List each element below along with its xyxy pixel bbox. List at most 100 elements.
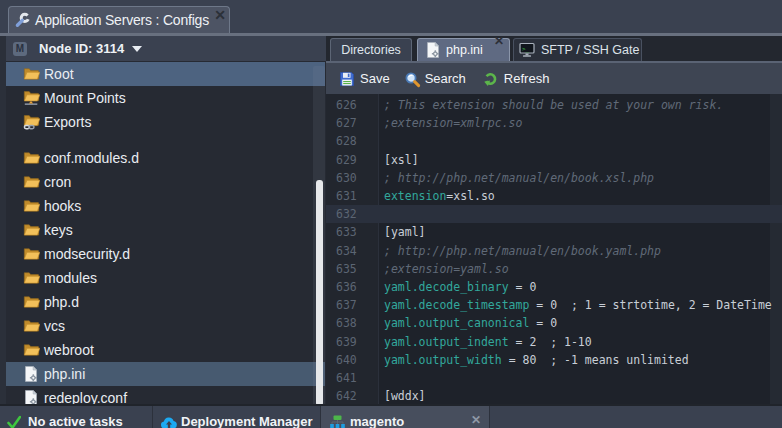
- toolbar-button-label: Search: [425, 71, 466, 86]
- close-icon[interactable]: ✕: [494, 35, 504, 47]
- editor-tab-label: php.ini: [446, 43, 483, 57]
- sidebar: M Node ID: 3114 Root Mount Points Exports c…: [6, 36, 326, 428]
- close-icon[interactable]: ✕: [471, 413, 481, 427]
- file-config-icon: [23, 366, 39, 382]
- line-content: extension=xsl.so: [378, 189, 782, 203]
- editor-toolbar: Save Search Refresh: [326, 63, 782, 94]
- tree-item-label: hooks: [44, 198, 81, 214]
- tree-item-cron[interactable]: cron: [6, 170, 325, 194]
- chevron-down-icon: [132, 46, 142, 52]
- line-content: ; This extension should be used at your …: [378, 98, 782, 112]
- tree-scrollbar-track[interactable]: [313, 66, 325, 428]
- tree-item-php-ini[interactable]: php.ini: [6, 362, 325, 386]
- tree-item-label: modsecurity.d: [44, 246, 130, 262]
- terminal-icon: >_: [519, 42, 535, 58]
- line-content: yaml.output_indent = 2 ; 1-10: [378, 335, 782, 349]
- tree-item-exports[interactable]: Exports: [6, 110, 325, 134]
- code-line-627[interactable]: 627;extension=xmlrpc.so: [326, 114, 782, 132]
- window-tab-app-servers-configs[interactable]: Application Servers : Configs ✕: [8, 6, 230, 33]
- editor-tabbar: Directories php.ini ✕ >_SFTP / SSH Gate: [326, 36, 782, 61]
- line-number: 632: [326, 207, 378, 221]
- code-line-626[interactable]: 626; This extension should be used at yo…: [326, 96, 782, 114]
- line-number: 640: [326, 353, 378, 367]
- editor-tab-sftp[interactable]: >_SFTP / SSH Gate: [513, 38, 642, 61]
- editor-tab-phpini[interactable]: php.ini ✕: [417, 38, 510, 61]
- editor-tab-label: Directories: [341, 43, 401, 57]
- folder-open-icon: [23, 150, 39, 166]
- tree-item-label: conf.modules.d: [44, 150, 139, 166]
- check-icon: [7, 414, 24, 428]
- line-content: ;extension=xmlrpc.so: [378, 116, 782, 130]
- folder-open-icon: [23, 318, 39, 334]
- tree-item-webroot[interactable]: webroot: [6, 338, 325, 362]
- code-line-641[interactable]: 641: [326, 369, 782, 387]
- save-button[interactable]: Save: [339, 71, 390, 87]
- code-line-632[interactable]: 632: [326, 205, 782, 223]
- status-label: No active tasks: [28, 414, 123, 428]
- folder-open-icon: [23, 198, 39, 214]
- environment-icon: [329, 414, 346, 428]
- code-editor[interactable]: 626; This extension should be used at yo…: [326, 94, 782, 428]
- tree-item-label: vcs: [44, 318, 65, 334]
- tree-item-php-d[interactable]: php.d: [6, 290, 325, 314]
- tree-group-gap: [6, 134, 326, 146]
- tree-item-label: Mount Points: [44, 90, 126, 106]
- code-line-630[interactable]: 630; http://php.net/manual/en/book.xsl.p…: [326, 169, 782, 187]
- line-number: 639: [326, 335, 378, 349]
- search-button[interactable]: Search: [404, 71, 466, 87]
- line-number: 626: [326, 98, 378, 112]
- code-line-636[interactable]: 636yaml.decode_binary = 0: [326, 278, 782, 296]
- titlebar: Application Servers : Configs ✕: [0, 0, 782, 36]
- taskbar-item-deployment-manager[interactable]: Deployment Manager: [153, 406, 320, 428]
- tree-scrollbar-thumb[interactable]: [316, 180, 323, 406]
- code-line-642[interactable]: 642[wddx]: [326, 387, 782, 405]
- folder-open-icon: [23, 174, 39, 190]
- line-number: 627: [326, 116, 378, 130]
- node-selector[interactable]: M Node ID: 3114: [6, 36, 326, 61]
- tree-item-label: Root: [44, 66, 74, 82]
- folder-open-icon: [23, 222, 39, 238]
- tree-item-vcs[interactable]: vcs: [6, 314, 325, 338]
- code-line-634[interactable]: 634; http://php.net/manual/en/book.yaml.…: [326, 242, 782, 260]
- editor-tab-directories[interactable]: Directories: [330, 38, 412, 61]
- taskbar-item-label: magento: [350, 414, 404, 428]
- tree-item-label: php.d: [44, 294, 79, 310]
- code-line-633[interactable]: 633[yaml]: [326, 223, 782, 241]
- line-number: 631: [326, 189, 378, 203]
- code-line-637[interactable]: 637yaml.decode_timestamp = 0 ; 1 = strto…: [326, 296, 782, 314]
- code-line-640[interactable]: 640yaml.output_width = 80 ; -1 means unl…: [326, 351, 782, 369]
- line-content: yaml.decode_binary = 0: [378, 280, 782, 294]
- code-line-629[interactable]: 629[xsl]: [326, 151, 782, 169]
- line-number: 635: [326, 262, 378, 276]
- tree-item-modules[interactable]: modules: [6, 266, 325, 290]
- code-line-628[interactable]: 628: [326, 132, 782, 150]
- folder-mount-icon: [23, 90, 39, 106]
- code-line-631[interactable]: 631extension=xsl.so: [326, 187, 782, 205]
- line-content: [xsl]: [378, 153, 782, 167]
- taskbar-item-magento[interactable]: magento ✕: [320, 406, 490, 428]
- line-content: [wddx]: [378, 389, 782, 403]
- file-tree: Root Mount Points Exports conf.modules.d cro…: [6, 62, 326, 428]
- refresh-button[interactable]: Refresh: [483, 71, 550, 87]
- tree-item-root[interactable]: Root: [6, 62, 325, 86]
- folder-exports-icon: [23, 114, 39, 130]
- folder-open-icon: [23, 342, 39, 358]
- line-number: 634: [326, 244, 378, 258]
- toolbar-button-label: Save: [360, 71, 390, 86]
- save-icon: [339, 71, 355, 87]
- code-line-638[interactable]: 638yaml.output_canonical = 0: [326, 314, 782, 332]
- node-type-badge: M: [13, 42, 27, 56]
- tree-item-hooks[interactable]: hooks: [6, 194, 325, 218]
- tree-item-mount-points[interactable]: Mount Points: [6, 86, 325, 110]
- close-icon[interactable]: ✕: [214, 8, 226, 22]
- code-line-635[interactable]: 635;extension=yaml.so: [326, 260, 782, 278]
- folder-open-icon: [23, 270, 39, 286]
- tree-item-conf-modules-d[interactable]: conf.modules.d: [6, 146, 325, 170]
- tree-item-modsecurity-d[interactable]: modsecurity.d: [6, 242, 325, 266]
- taskbar: No active tasks Deployment Manager: [0, 406, 782, 428]
- code-line-639[interactable]: 639yaml.output_indent = 2 ; 1-10: [326, 332, 782, 350]
- tree-item-label: Exports: [44, 114, 91, 130]
- tree-item-label: keys: [44, 222, 73, 238]
- line-number: 638: [326, 316, 378, 330]
- tree-item-keys[interactable]: keys: [6, 218, 325, 242]
